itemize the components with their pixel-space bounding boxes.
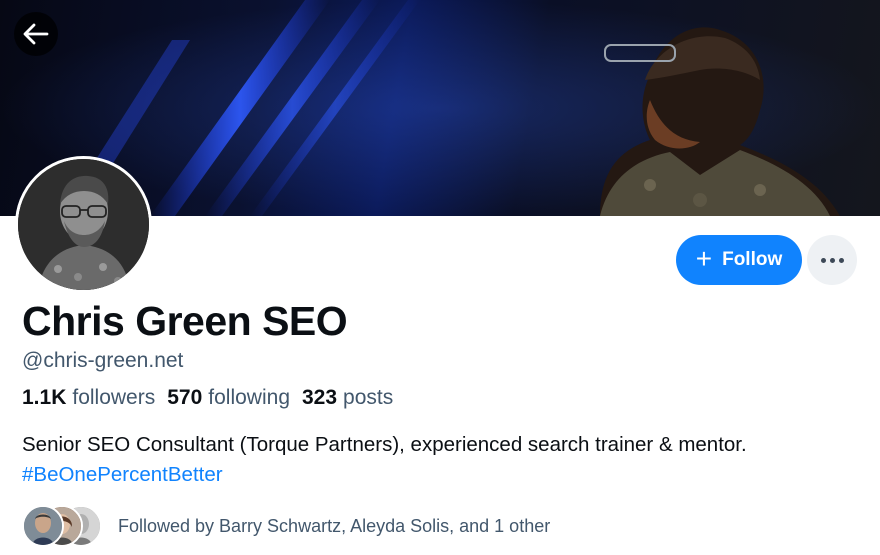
followed-by-text: Followed by Barry Schwartz, Aleyda Solis… <box>118 515 551 536</box>
profile-bio: Senior SEO Consultant (Torque Partners),… <box>22 430 872 490</box>
followers-link[interactable]: 1.1K followers <box>22 386 155 410</box>
following-link[interactable]: 570 following <box>167 386 290 410</box>
plus-icon: + <box>695 242 713 274</box>
arrow-left-icon <box>23 23 49 45</box>
more-options-button[interactable] <box>807 235 857 285</box>
avatar[interactable] <box>15 156 152 293</box>
followed-by[interactable]: Followed by Barry Schwartz, Aleyda Solis… <box>22 505 550 547</box>
follow-button[interactable]: + Follow <box>676 235 802 285</box>
ellipsis-icon <box>820 257 844 263</box>
avatar-image <box>18 159 149 290</box>
following-count: 570 <box>167 386 203 409</box>
posts-stat: 323 posts <box>302 386 393 410</box>
bio-text: Senior SEO Consultant (Torque Partners),… <box>22 433 747 456</box>
followers-count: 1.1K <box>22 386 67 409</box>
following-label: following <box>208 386 290 409</box>
followers-label: followers <box>72 386 156 409</box>
follower-avatar <box>22 505 64 547</box>
profile-stats: 1.1K followers 570 following 323 posts <box>22 386 393 410</box>
bio-hashtag-link[interactable]: #BeOnePercentBetter <box>22 460 872 490</box>
profile-handle: @chris-green.net <box>22 349 184 372</box>
follow-button-label: Follow <box>722 249 783 270</box>
followed-by-avatars <box>22 505 102 547</box>
posts-count: 323 <box>302 386 338 409</box>
display-name: Chris Green SEO <box>22 298 348 344</box>
posts-label: posts <box>343 386 394 409</box>
back-button[interactable] <box>14 12 58 56</box>
